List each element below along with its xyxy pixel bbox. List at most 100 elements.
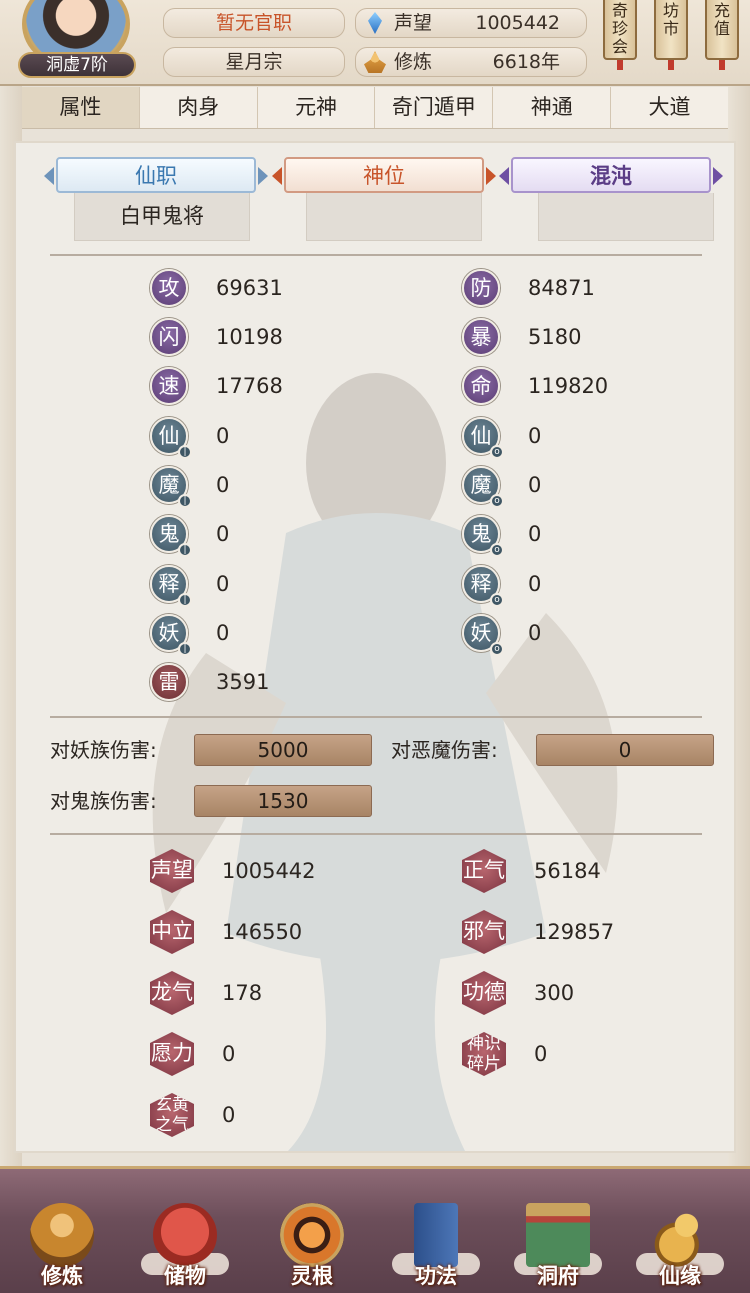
nav-spirit-root[interactable]: 灵根	[262, 1189, 362, 1293]
ghost-icon: 鬼 |	[150, 515, 192, 557]
divine-seat-value	[306, 193, 482, 241]
buddha-icon: 释 |	[150, 565, 192, 607]
nav-label: 储物	[164, 1264, 206, 1288]
stat-value: 0	[528, 621, 542, 645]
icon-glyph: 仙	[158, 424, 180, 448]
neutral-icon: 中立	[150, 910, 194, 954]
shield-marker-icon: o	[490, 494, 504, 508]
icon-glyph: 妖	[158, 621, 180, 645]
crit-icon: 暴	[462, 318, 500, 356]
vs-ghost-race-value: 1530	[194, 785, 372, 817]
stat-value: 3591	[216, 670, 270, 694]
evil-qi-icon: 邪气	[462, 910, 506, 954]
stat-value: 0	[216, 473, 230, 497]
market-button[interactable]: 坊 市	[654, 0, 688, 70]
nav-cave-mansion[interactable]: 洞府	[508, 1189, 608, 1293]
stat-value: 119820	[528, 374, 609, 398]
immortal-post-tag: 仙职	[44, 157, 268, 193]
sect-pill: 星月宗	[163, 47, 345, 77]
stat-value: 0	[528, 522, 542, 546]
misc-value: 1005442	[222, 859, 316, 883]
fame-icon: 声望	[150, 849, 194, 893]
ghost-icon: 鬼o	[462, 515, 504, 557]
merit-icon: 功德	[462, 971, 506, 1015]
fame-label: 声望	[394, 12, 433, 34]
icon-glyph: 魔	[158, 473, 180, 497]
attack-marker-icon: |	[178, 445, 192, 459]
chaos-value	[538, 193, 714, 241]
stat-value: 69631	[216, 276, 283, 300]
market-label: 坊 市	[662, 1, 679, 38]
gourd-icon	[648, 1203, 712, 1267]
icon-glyph: 仙	[470, 424, 492, 448]
misc-value: 300	[534, 981, 575, 1005]
divider-1	[50, 254, 702, 256]
stat-value: 10198	[216, 325, 283, 349]
attack-marker-icon: |	[178, 593, 192, 607]
spirit-root-icon	[280, 1203, 344, 1267]
misc-value: 178	[222, 981, 263, 1005]
misc-value: 129857	[534, 920, 615, 944]
defense-icon: 防	[462, 269, 500, 307]
recharge-button[interactable]: 充 值	[705, 0, 739, 70]
fame-pill: 声望 1005442	[355, 8, 587, 38]
tab-physique[interactable]: 肉身	[140, 87, 258, 128]
stat-value: 0	[216, 621, 230, 645]
vs-ghost-race-label: 对鬼族伤害:	[50, 789, 157, 813]
yao-icon: 妖 |	[150, 614, 192, 656]
treasure-fair-label: 奇 珍 会	[611, 1, 628, 56]
demon-icon: 魔 |	[150, 466, 192, 508]
icon-glyph: 释	[470, 572, 492, 596]
icon-glyph: 鬼	[158, 522, 180, 546]
stat-value: 0	[216, 424, 230, 448]
stat-value: 0	[216, 572, 230, 596]
lotus-meditation-icon	[364, 51, 386, 73]
vs-evil-demon-label: 对恶魔伤害:	[391, 738, 498, 762]
attack-icon: 攻	[150, 269, 188, 307]
vs-demon-race-value: 5000	[194, 734, 372, 766]
misc-value: 0	[222, 1042, 236, 1066]
misc-value: 146550	[222, 920, 303, 944]
stat-value: 0	[528, 572, 542, 596]
thunder-icon: 雷	[150, 663, 188, 701]
scroll-book-icon	[414, 1203, 458, 1267]
misc-value: 0	[222, 1103, 236, 1127]
buddha-icon: 释o	[462, 565, 504, 607]
tab-attributes[interactable]: 属性	[22, 87, 140, 128]
crystal-icon	[368, 12, 382, 34]
nav-cultivate[interactable]: 修炼	[12, 1189, 112, 1293]
tab-great-dao[interactable]: 大道	[611, 87, 728, 128]
soul-shard-icon: 神识 碎片	[462, 1032, 506, 1076]
tab-qimen-dunjia[interactable]: 奇门遁甲	[375, 87, 494, 128]
nav-techniques[interactable]: 功法	[386, 1189, 486, 1293]
shield-marker-icon: o	[490, 445, 504, 459]
demon-icon: 魔o	[462, 466, 504, 508]
nav-label: 功法	[415, 1264, 457, 1288]
shield-marker-icon: o	[490, 593, 504, 607]
treasure-fair-button[interactable]: 奇 珍 会	[603, 0, 637, 70]
cultivation-value: 6618年	[492, 51, 560, 73]
tab-spirit[interactable]: 元神	[258, 87, 376, 128]
vs-evil-demon-value: 0	[536, 734, 714, 766]
stat-value: 0	[528, 424, 542, 448]
attributes-panel: 仙职 白甲鬼将 神位 混沌 攻 69631 闪 10198 速 17768 仙 |…	[14, 141, 736, 1153]
bag-icon	[153, 1203, 217, 1267]
vs-demon-race-label: 对妖族伤害:	[50, 738, 157, 762]
tab-divine-powers[interactable]: 神通	[493, 87, 612, 128]
misc-value: 0	[534, 1042, 548, 1066]
yao-icon: 妖o	[462, 614, 504, 656]
immortal-post-value: 白甲鬼将	[74, 193, 250, 241]
stat-value: 84871	[528, 276, 595, 300]
top-header: 洞虚7阶 暂无官职 星月宗 声望 1005442 修炼 6618年 奇 珍 会 …	[0, 0, 750, 86]
cave-house-icon	[526, 1203, 590, 1267]
nav-immortal-fate[interactable]: 仙缘	[630, 1189, 730, 1293]
nav-label: 修炼	[41, 1264, 83, 1288]
dodge-icon: 闪	[150, 318, 188, 356]
wish-power-icon: 愿力	[150, 1032, 194, 1076]
monk-icon	[30, 1203, 94, 1267]
nav-storage[interactable]: 储物	[135, 1189, 235, 1293]
speed-icon: 速	[150, 367, 188, 405]
stat-value: 0	[216, 522, 230, 546]
misc-value: 56184	[534, 859, 601, 883]
nav-label: 仙缘	[659, 1264, 701, 1288]
